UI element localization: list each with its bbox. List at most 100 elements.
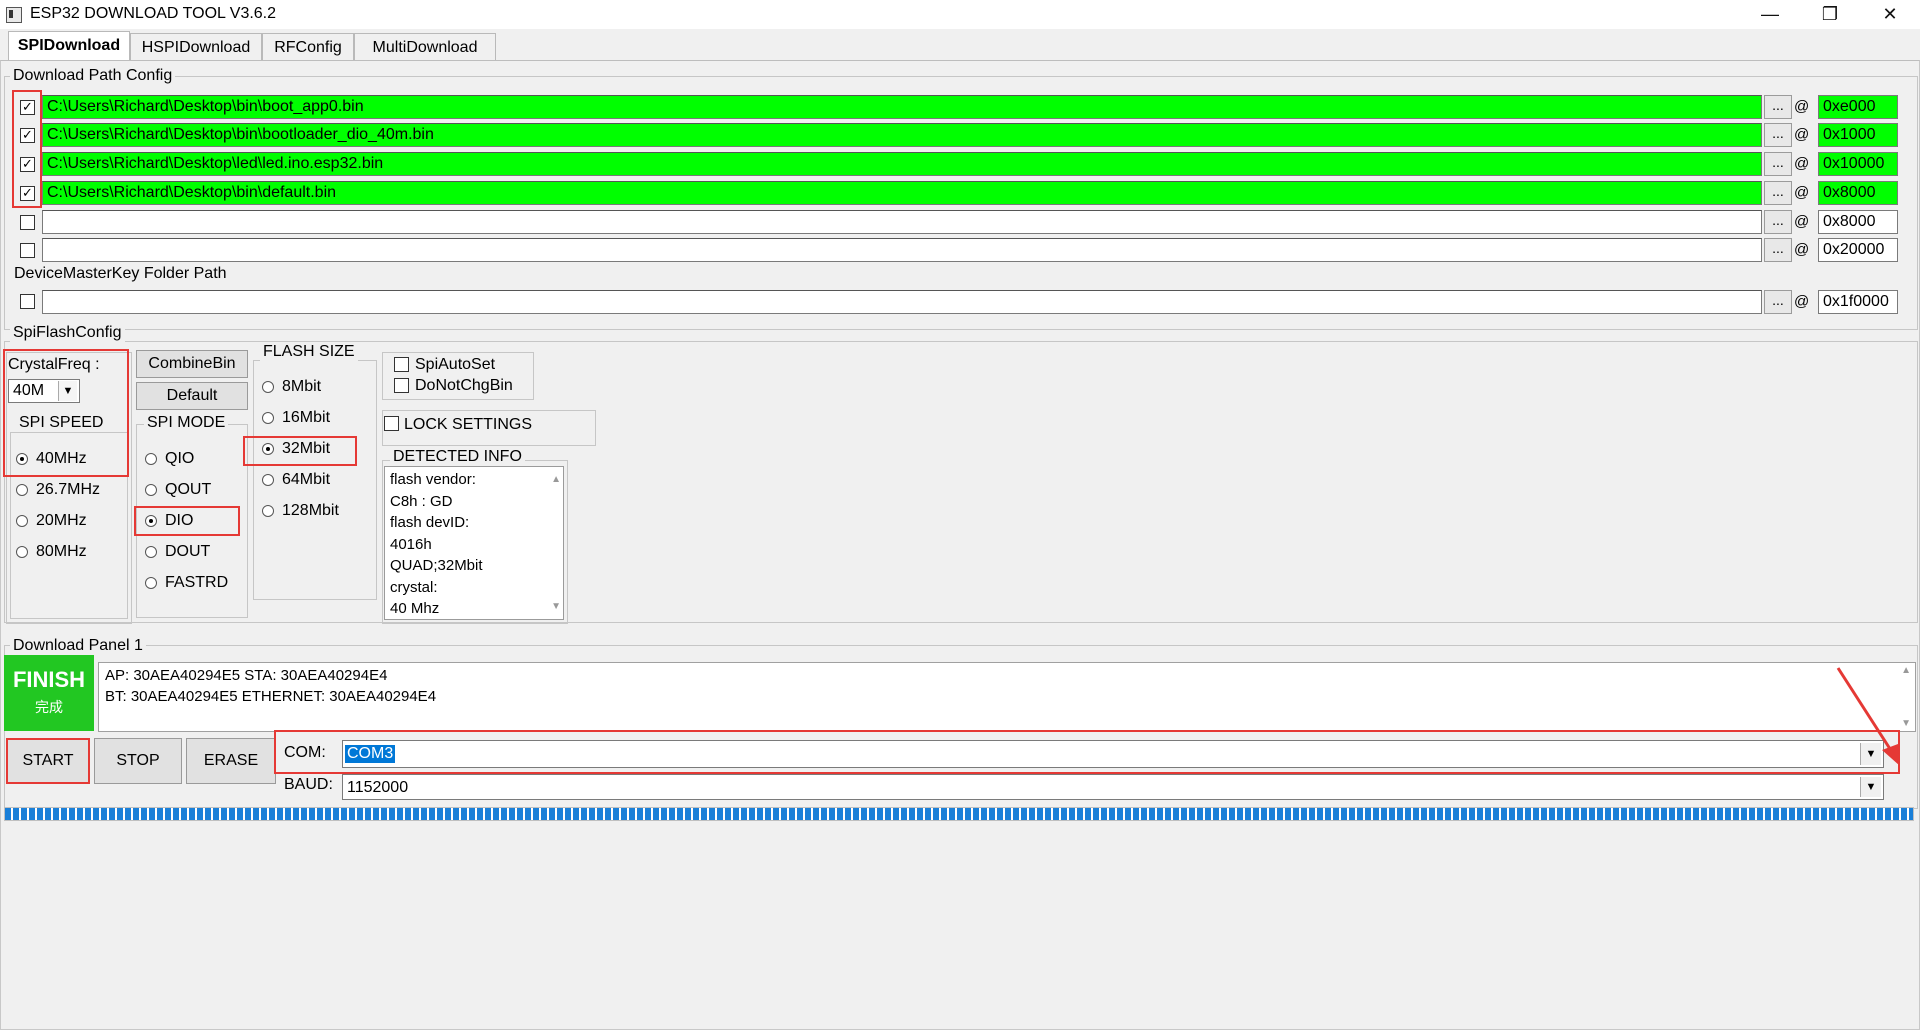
browse-button-0[interactable]: ... [1764,95,1792,119]
detected-info-legend: DETECTED INFO [390,448,525,466]
spi-flash-legend: SpiFlashConfig [10,324,125,342]
baud-select[interactable]: 1152000 ▼ [342,774,1884,800]
detected-line: flash devID: [390,514,470,531]
spi-speed-radio-1[interactable] [16,484,28,496]
scroll-down-icon[interactable]: ▼ [551,596,561,618]
master-key-browse-button[interactable]: ... [1764,290,1792,314]
spi-mode-radio-4[interactable] [145,577,157,589]
flash-size-radio-4[interactable] [262,505,274,517]
scroll-up-icon[interactable]: ▲ [551,469,561,491]
erase-button[interactable]: ERASE [186,738,276,784]
download-panel-legend: Download Panel 1 [10,637,146,655]
status-text: FINISH [12,667,86,692]
chevron-down-icon[interactable]: ▼ [1860,777,1881,797]
addr-input-1[interactable]: 0x1000 [1818,123,1898,147]
browse-button-1[interactable]: ... [1764,123,1792,147]
tab-spidownload[interactable]: SPIDownload [8,31,130,62]
at-label-2: @ [1794,155,1810,172]
tab-rfconfig[interactable]: RFConfig [262,33,354,61]
browse-button-5[interactable]: ... [1764,238,1792,262]
close-button[interactable]: ✕ [1860,0,1920,29]
spi-mode-label-1: QOUT [165,481,212,498]
default-button[interactable]: Default [136,382,248,410]
browse-button-4[interactable]: ... [1764,210,1792,234]
master-key-path-input[interactable] [42,290,1762,314]
spi-mode-radio-1[interactable] [145,484,157,496]
path-input-2[interactable]: C:\Users\Richard\Desktop\led\led.ino.esp… [42,152,1762,176]
maximize-button[interactable]: ❐ [1800,0,1860,29]
status-text-cn: 完成 [35,699,63,715]
title-bar: ESP32 DOWNLOAD TOOL V3.6.2 — ❐ ✕ [0,0,1920,29]
progress-bar [4,807,1914,821]
combine-bin-button[interactable]: CombineBin [136,350,248,378]
detected-info-text[interactable]: flash vendor: C8h : GD flash devID: 4016h QU… [384,466,564,620]
at-label-4: @ [1794,213,1810,230]
path-input-1[interactable]: C:\Users\Richard\Desktop\bin\bootloader_… [42,123,1762,147]
spi-speed-radio-2[interactable] [16,515,28,527]
addr-input-3[interactable]: 0x8000 [1818,181,1898,205]
com-highlight [274,730,1900,774]
spi-mode-radio-3[interactable] [145,546,157,558]
path-input-4[interactable] [42,210,1762,234]
crystal-speed-highlight [3,349,129,477]
annotation-arrow-icon [1836,667,1900,766]
detected-line: C8h : GD [390,492,453,510]
log-line-2: BT: 30AEA40294E5 ETHERNET: 30AEA40294E4 [105,688,437,705]
baud-value: 1152000 [347,779,409,796]
status-indicator: FINISH 完成 [4,655,94,731]
flash-size-legend: FLASH SIZE [260,343,358,361]
minimize-button[interactable]: — [1740,0,1800,29]
app-icon [6,7,22,23]
log-line-1: AP: 30AEA40294E5 STA: 30AEA40294E4 [105,667,388,684]
spi-auto-set-checkbox[interactable] [394,357,409,372]
spi-speed-radio-3[interactable] [16,546,28,558]
at-label-0: @ [1794,98,1810,115]
path-input-0[interactable]: C:\Users\Richard\Desktop\bin\boot_app0.b… [42,95,1762,119]
flash-size-radio-1[interactable] [262,412,274,424]
start-button-highlight [6,738,90,784]
detected-line: crystal: [390,578,438,596]
download-path-legend: Download Path Config [10,67,176,85]
browse-button-2[interactable]: ... [1764,152,1792,176]
spi-mode-radio-0[interactable] [145,453,157,465]
flash-size-radio-3[interactable] [262,474,274,486]
spi-auto-set-label: SpiAutoSet [415,356,496,373]
lock-settings-checkbox[interactable] [384,416,399,431]
path-input-3[interactable]: C:\Users\Richard\Desktop\bin\default.bin [42,181,1762,205]
log-output[interactable]: AP: 30AEA40294E5 STA: 30AEA40294E4 BT: 3… [98,662,1916,732]
flash-size-radio-0[interactable] [262,381,274,393]
at-label-5: @ [1794,241,1810,258]
master-key-checkbox[interactable] [20,294,35,309]
spi-mode-label-3: DOUT [165,543,211,560]
path-input-5[interactable] [42,238,1762,262]
detected-line: flash vendor: [390,471,476,488]
spi-mode-legend: SPI MODE [144,414,229,432]
tab-hspidownload[interactable]: HSPIDownload [130,33,262,61]
addr-input-4[interactable]: 0x8000 [1818,210,1898,234]
row-checkbox-5[interactable] [20,243,35,258]
detected-line: QUAD;32Mbit [390,557,483,574]
row-checkbox-4[interactable] [20,215,35,230]
do-not-chg-bin-checkbox[interactable] [394,378,409,393]
spi-mode-highlight [134,506,240,536]
detected-line: 40 Mhz [390,600,440,617]
spi-mode-label-0: QIO [165,450,195,467]
addr-input-0[interactable]: 0xe000 [1818,95,1898,119]
flash-size-label-3: 64Mbit [282,471,331,488]
stop-button[interactable]: STOP [94,738,182,784]
addr-input-2[interactable]: 0x10000 [1818,152,1898,176]
do-not-chg-bin-label: DoNotChgBin [415,377,513,394]
master-key-label: DeviceMasterKey Folder Path [14,265,227,282]
checked-rows-highlight [12,90,42,208]
spi-mode-label-4: FASTRD [165,574,229,591]
baud-label: BAUD: [284,776,333,793]
master-key-addr[interactable]: 0x1f0000 [1818,290,1898,314]
tab-multidownload[interactable]: MultiDownload [354,33,496,61]
master-key-at: @ [1794,293,1810,310]
browse-button-3[interactable]: ... [1764,181,1792,205]
spi-speed-label-1: 26.7MHz [36,481,101,498]
flash-size-label-1: 16Mbit [282,409,331,426]
flash-size-label-0: 8Mbit [282,378,322,395]
addr-input-5[interactable]: 0x20000 [1818,238,1898,262]
spi-speed-label-3: 80MHz [36,543,87,560]
